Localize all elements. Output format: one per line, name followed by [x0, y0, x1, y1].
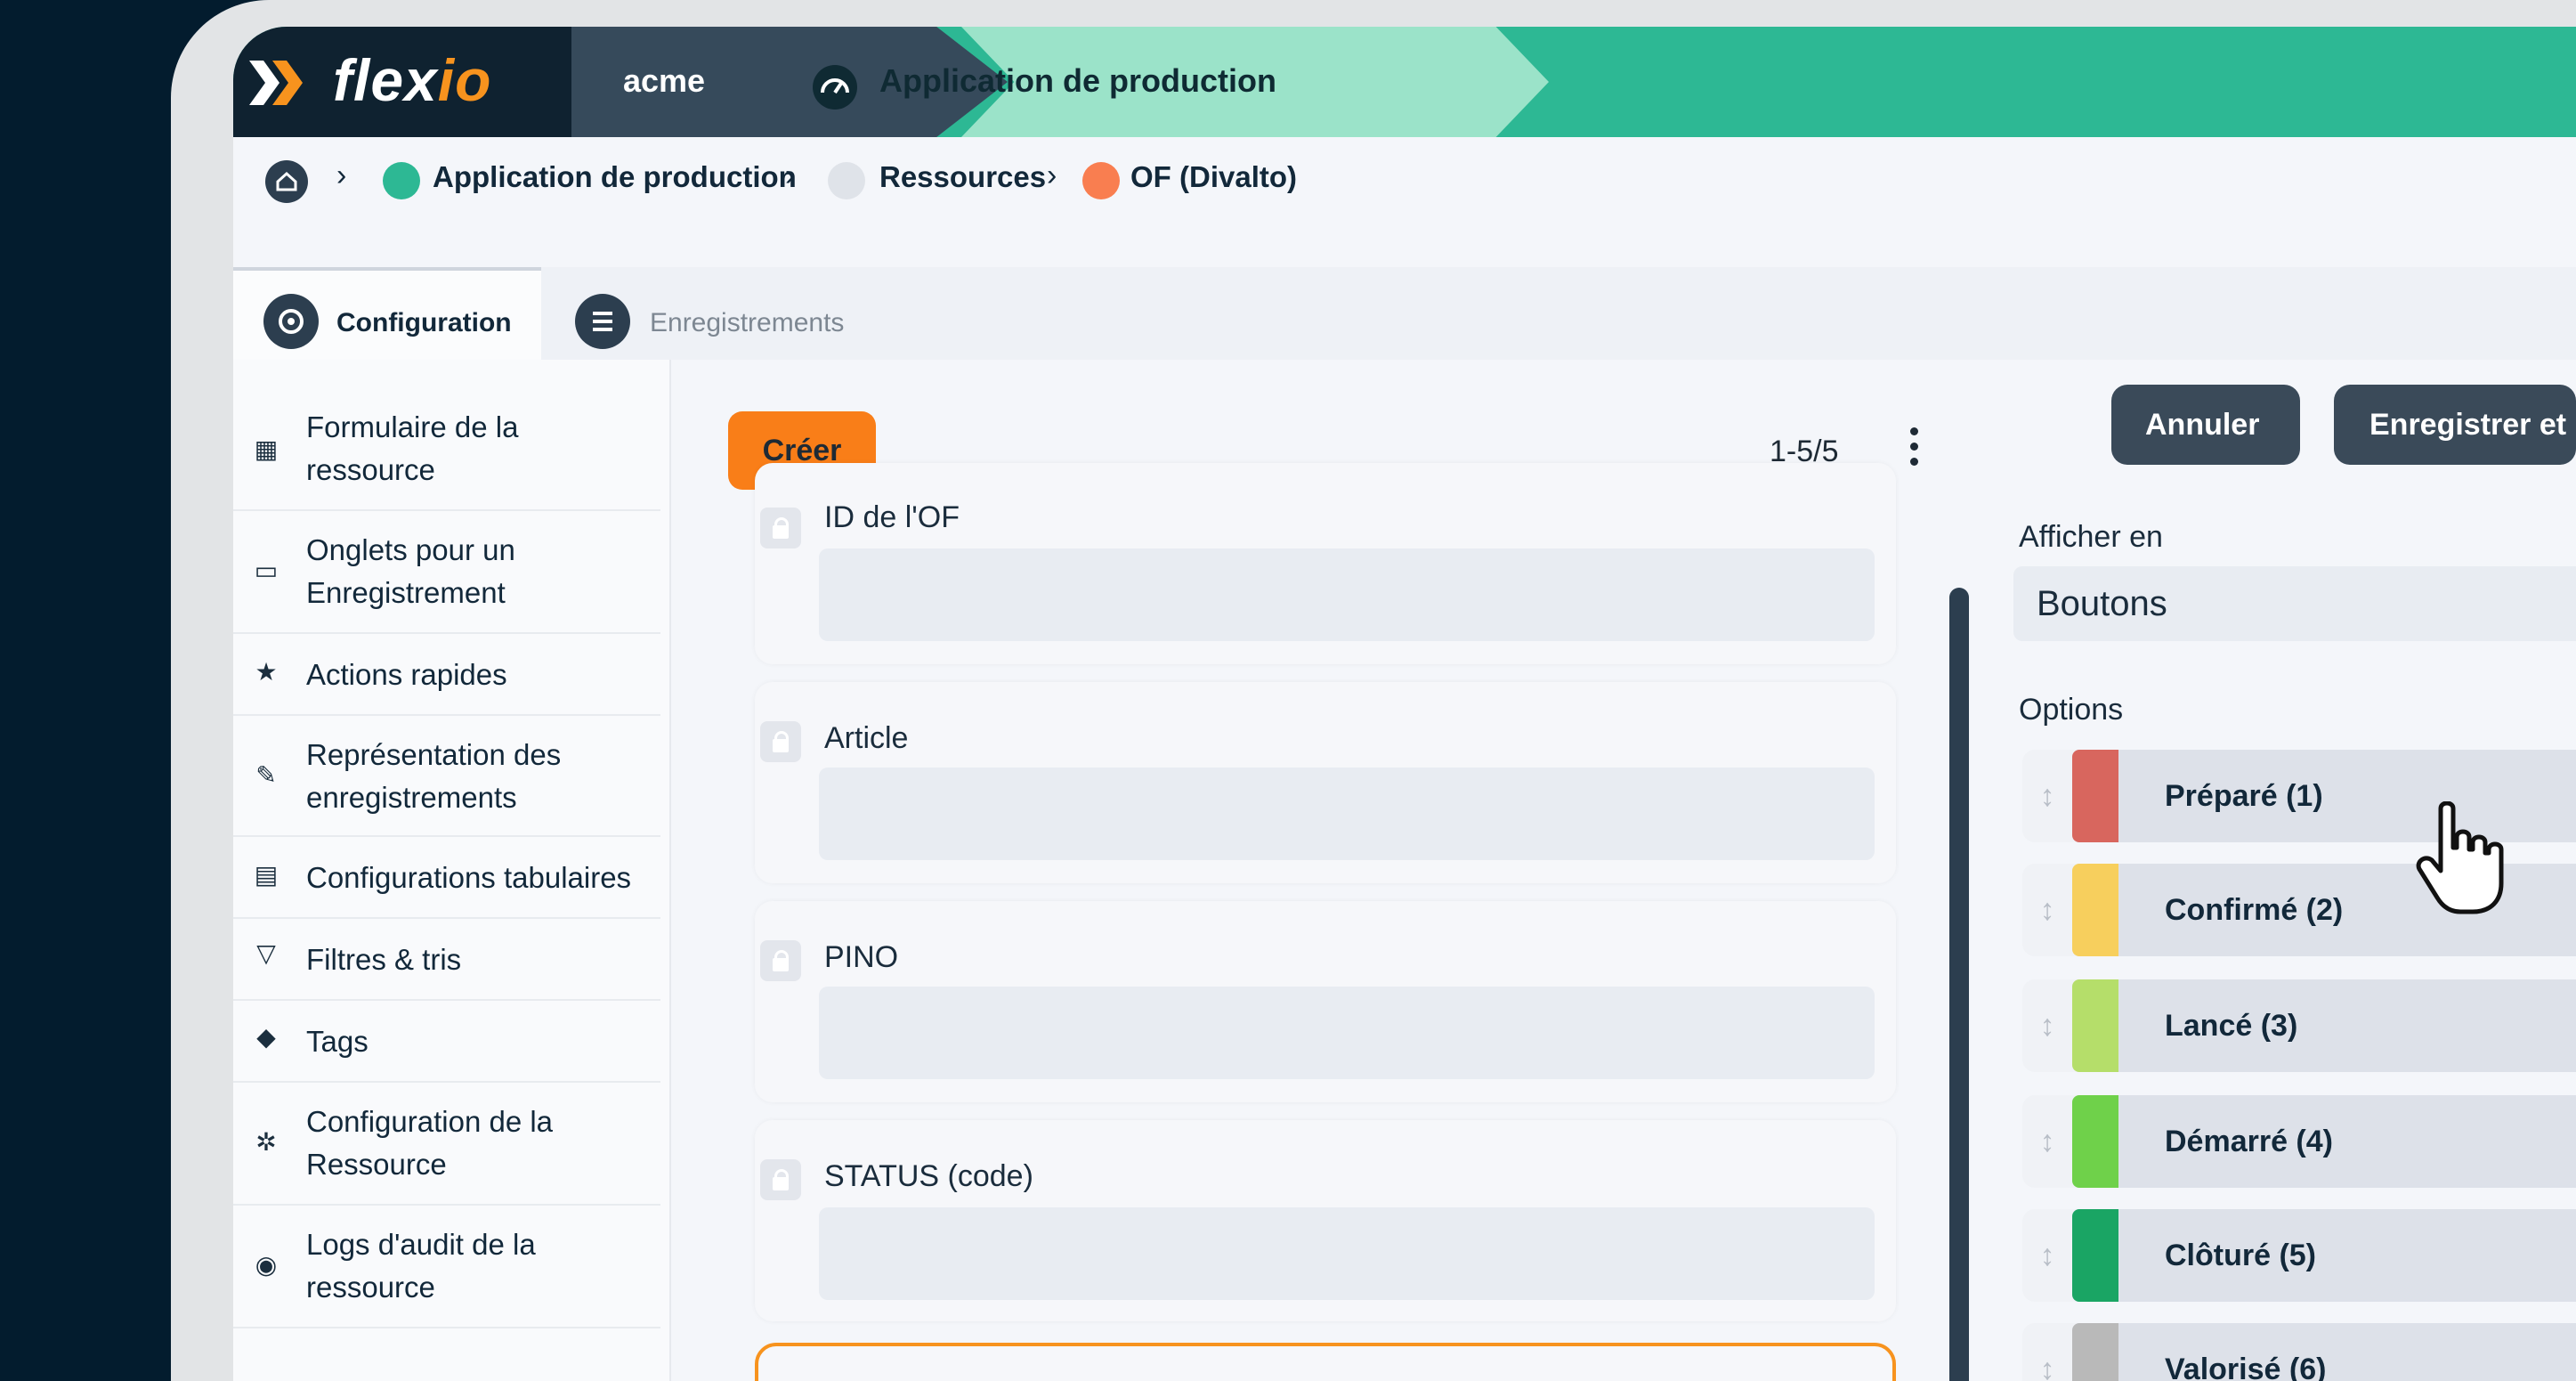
- app-title: Application de production: [879, 62, 1276, 99]
- gear-icon: [263, 294, 319, 349]
- field-input-id[interactable]: [819, 548, 1875, 641]
- field-label: Article: [824, 721, 909, 755]
- more-options-icon[interactable]: [1907, 427, 1921, 477]
- option-row[interactable]: ↕ Démarré (4): [2022, 1095, 2576, 1188]
- breadcrumb-item-app[interactable]: Application de production: [433, 160, 797, 194]
- breadcrumb-item-current: OF (Divalto): [1130, 160, 1297, 193]
- lock-icon: [760, 1159, 801, 1200]
- stack-icon: [828, 162, 865, 199]
- drag-handle-icon[interactable]: ↕: [2022, 979, 2072, 1072]
- drag-handle-icon[interactable]: ↕: [2022, 1323, 2072, 1381]
- table-icon: ▦: [254, 435, 279, 463]
- home-icon[interactable]: [265, 160, 308, 203]
- option-row[interactable]: ↕ Clôturé (5): [2022, 1209, 2576, 1302]
- sidebar-item-logs[interactable]: ◉ Logs d'audit de la ressource: [233, 1206, 660, 1328]
- cancel-button[interactable]: Annuler: [2111, 385, 2300, 465]
- save-button[interactable]: Enregistrer et: [2334, 385, 2576, 465]
- sidebar-item-filtres[interactable]: ▽ Filtres & tris: [233, 919, 660, 1001]
- option-color-swatch: [2072, 750, 2118, 842]
- breadcrumb-separator: ›: [1047, 158, 1057, 192]
- field-card-selected[interactable]: [755, 1343, 1896, 1381]
- document-icon: [1082, 162, 1120, 199]
- star-icon: ★: [255, 658, 278, 686]
- hand-cursor-icon: [2416, 801, 2504, 914]
- tag-icon: ◆: [256, 1023, 276, 1051]
- option-label: Valorisé (6): [2165, 1353, 2327, 1381]
- option-color-swatch: [2072, 979, 2118, 1072]
- drag-handle-icon[interactable]: ↕: [2022, 1095, 2072, 1188]
- sidebar-item-onglets[interactable]: ▭ Onglets pour un Enregistrement: [233, 511, 660, 634]
- drag-handle-icon[interactable]: ↕: [2022, 864, 2072, 956]
- lock-icon: [760, 940, 801, 981]
- sidebar-item-tabulaires[interactable]: ▤ Configurations tabulaires: [233, 837, 660, 919]
- filter-icon: ▽: [256, 939, 276, 967]
- field-input-article[interactable]: [819, 768, 1875, 860]
- option-row[interactable]: ↕ Valorisé (6): [2022, 1323, 2576, 1381]
- sidebar-item-actions[interactable]: ★ Actions rapides: [233, 634, 660, 716]
- gauge-icon: [383, 162, 420, 199]
- workspace-label: acme: [623, 62, 706, 99]
- list-icon[interactable]: [575, 294, 630, 349]
- eye-icon: ◉: [255, 1251, 278, 1279]
- sidebar: ▦ Formulaire de la ressource ▭ Onglets p…: [233, 360, 671, 1381]
- display-label: Afficher en: [2019, 520, 2163, 554]
- tab-enregistrements[interactable]: Enregistrements: [650, 308, 844, 338]
- tab-configuration-label: Configuration: [336, 308, 512, 337]
- option-color-swatch: [2072, 1323, 2118, 1381]
- file-icon: ▤: [254, 861, 279, 889]
- options-label: Options: [2019, 693, 2124, 727]
- option-label: Lancé (3): [2165, 1009, 2298, 1043]
- top-bar: flexio acme Application de production: [233, 27, 2576, 137]
- logo: flexio: [333, 47, 492, 113]
- sidebar-item-tags[interactable]: ◆ Tags: [233, 1001, 660, 1083]
- logo-chevron-icon: [249, 61, 303, 105]
- pencil-icon: ✎: [255, 761, 277, 789]
- option-label: Démarré (4): [2165, 1125, 2333, 1158]
- option-color-swatch: [2072, 1209, 2118, 1302]
- sidebar-item-formulaire[interactable]: ▦ Formulaire de la ressource: [233, 392, 660, 511]
- option-label: Préparé (1): [2165, 779, 2323, 813]
- option-color-swatch: [2072, 864, 2118, 956]
- field-input-pino[interactable]: [819, 987, 1875, 1079]
- cog-icon: ✲: [255, 1128, 277, 1156]
- breadcrumb-item-resources[interactable]: Ressources: [879, 160, 1046, 194]
- option-color-swatch: [2072, 1095, 2118, 1188]
- drag-handle-icon[interactable]: ↕: [2022, 750, 2072, 842]
- display-select[interactable]: Boutons: [2013, 566, 2576, 641]
- option-row[interactable]: ↕ Lancé (3): [2022, 979, 2576, 1072]
- sidebar-item-configuration[interactable]: ✲ Configuration de la Ressource: [233, 1083, 660, 1206]
- lock-icon: [760, 508, 801, 548]
- breadcrumb-separator: ›: [785, 158, 796, 192]
- gauge-icon: [813, 65, 857, 110]
- option-label: Clôturé (5): [2165, 1239, 2316, 1272]
- breadcrumb-separator: ›: [336, 158, 347, 192]
- field-input-status[interactable]: [819, 1207, 1875, 1300]
- field-label: STATUS (code): [824, 1159, 1033, 1193]
- option-label: Confirmé (2): [2165, 893, 2344, 927]
- folder-icon: ▭: [254, 556, 279, 584]
- scrollbar[interactable]: [1949, 588, 1969, 1381]
- sidebar-item-representation[interactable]: ✎ Représentation des enregistrements: [233, 716, 660, 837]
- field-label: PINO: [824, 940, 899, 974]
- lock-icon: [760, 721, 801, 762]
- drag-handle-icon[interactable]: ↕: [2022, 1209, 2072, 1302]
- field-label: ID de l'OF: [824, 500, 960, 534]
